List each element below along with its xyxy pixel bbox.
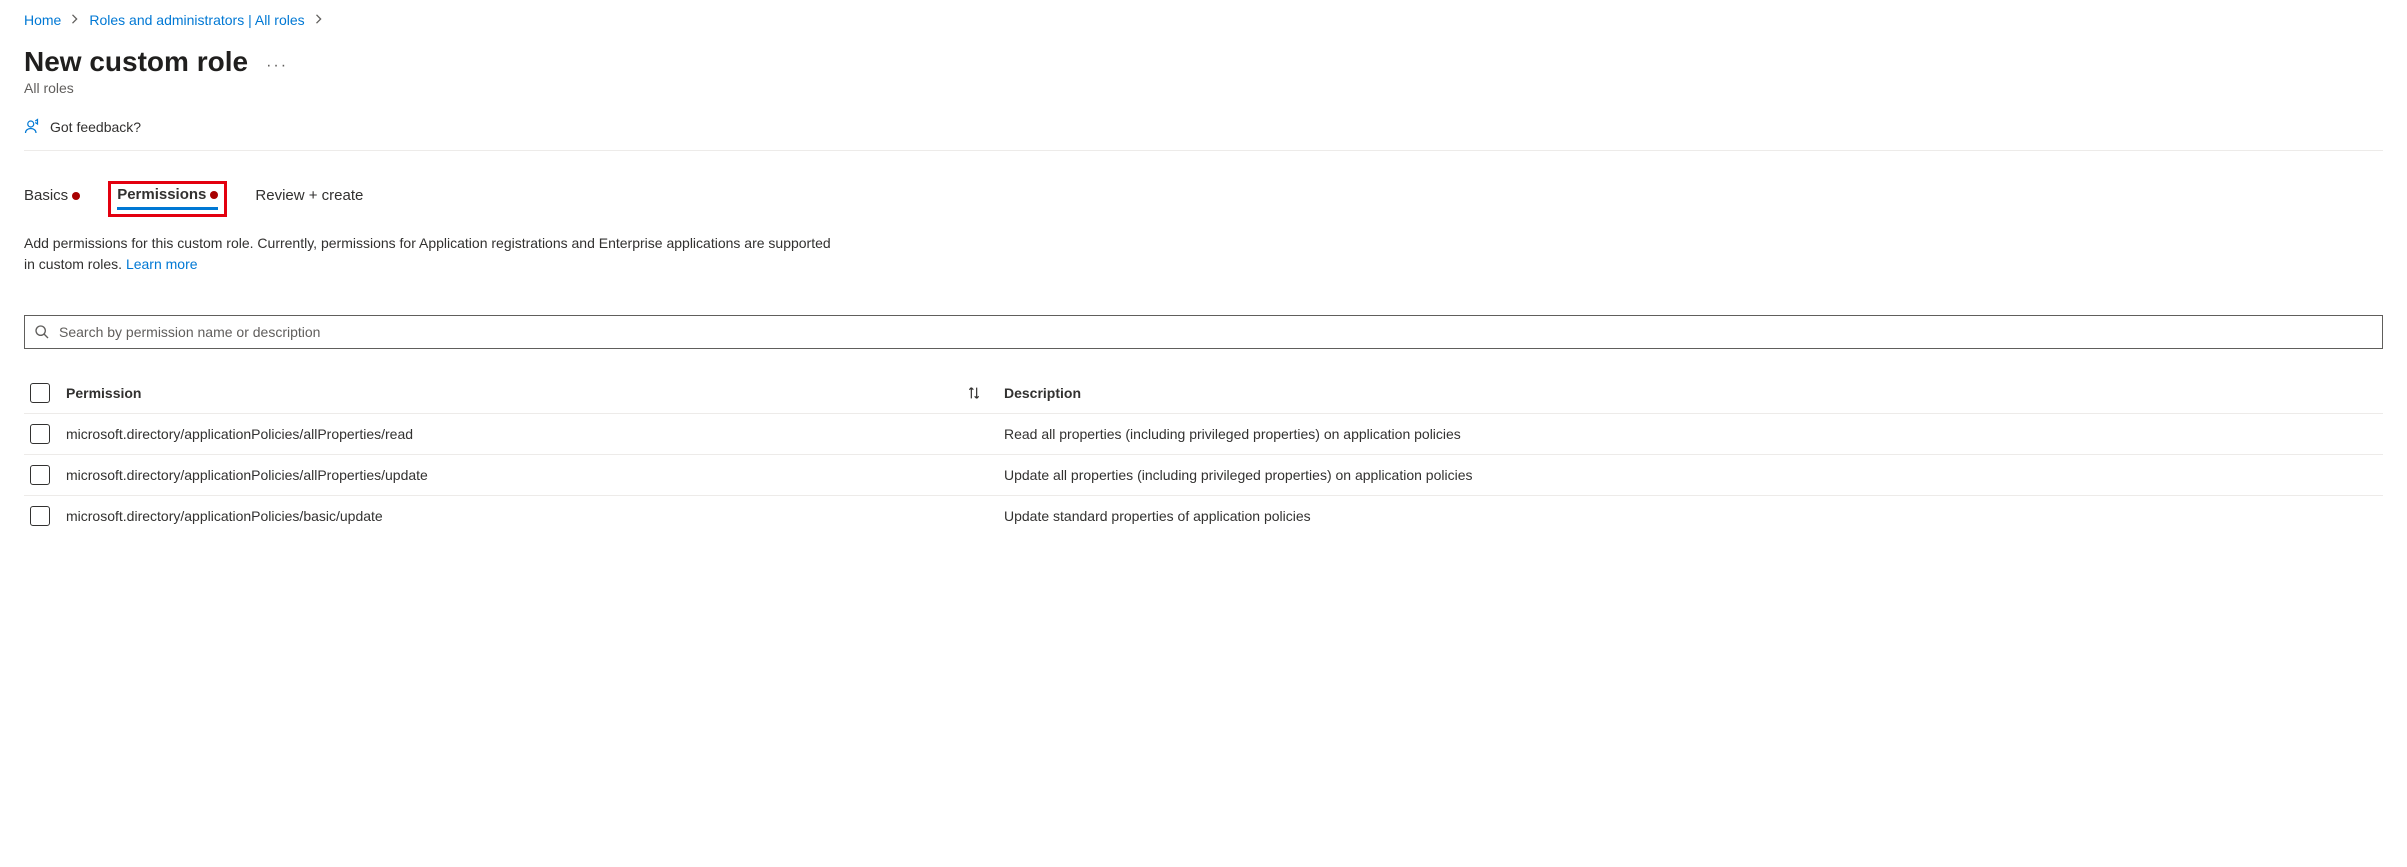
sort-icon — [966, 385, 982, 401]
row-checkbox[interactable] — [30, 424, 50, 444]
tab-permissions-label: Permissions — [117, 186, 206, 203]
desc-line1: Add permissions for this custom role. Cu… — [24, 235, 831, 251]
more-actions-button[interactable]: ··· — [266, 49, 288, 75]
table-row: microsoft.directory/applicationPolicies/… — [24, 414, 2383, 455]
tab-review-label: Review + create — [255, 187, 363, 204]
desc-line2-prefix: in custom roles. — [24, 256, 126, 272]
breadcrumb-home[interactable]: Home — [24, 12, 61, 28]
breadcrumb: Home Roles and administrators | All role… — [24, 12, 2383, 28]
permission-description: Update all properties (including privile… — [1004, 467, 2383, 483]
column-header-description[interactable]: Description — [1004, 385, 2383, 401]
chevron-right-icon — [71, 13, 79, 27]
tab-permissions[interactable]: Permissions — [117, 186, 218, 210]
search-icon — [34, 324, 50, 340]
tab-review-create[interactable]: Review + create — [255, 187, 363, 213]
breadcrumb-roles[interactable]: Roles and administrators | All roles — [89, 12, 304, 28]
search-input[interactable] — [24, 315, 2383, 349]
permission-description: Read all properties (including privilege… — [1004, 426, 2383, 442]
sort-button[interactable] — [966, 385, 1004, 401]
permission-name: microsoft.directory/applicationPolicies/… — [66, 426, 966, 442]
tabs-container: Basics Permissions Review + create — [24, 181, 2383, 213]
select-all-checkbox[interactable] — [30, 383, 50, 403]
learn-more-link[interactable]: Learn more — [126, 256, 198, 272]
feedback-label: Got feedback? — [50, 119, 141, 135]
permission-name: microsoft.directory/applicationPolicies/… — [66, 508, 966, 524]
tab-basics-label: Basics — [24, 187, 68, 204]
required-indicator-icon — [72, 192, 80, 200]
permission-description: Update standard properties of applicatio… — [1004, 508, 2383, 524]
chevron-right-icon — [315, 13, 323, 27]
page-subtitle: All roles — [24, 80, 2383, 96]
feedback-button[interactable]: Got feedback? — [24, 118, 2383, 151]
required-indicator-icon — [210, 191, 218, 199]
permissions-table: Permission Description microsoft.directo… — [24, 373, 2383, 536]
row-checkbox[interactable] — [30, 465, 50, 485]
page-title: New custom role — [24, 46, 248, 78]
permissions-description: Add permissions for this custom role. Cu… — [24, 233, 1224, 275]
table-row: microsoft.directory/applicationPolicies/… — [24, 455, 2383, 496]
tab-permissions-highlight: Permissions — [108, 181, 227, 217]
table-header-row: Permission Description — [24, 373, 2383, 414]
table-row: microsoft.directory/applicationPolicies/… — [24, 496, 2383, 536]
permission-name: microsoft.directory/applicationPolicies/… — [66, 467, 966, 483]
column-header-permission[interactable]: Permission — [66, 385, 966, 401]
tab-basics[interactable]: Basics — [24, 187, 80, 213]
feedback-icon — [24, 118, 42, 136]
row-checkbox[interactable] — [30, 506, 50, 526]
